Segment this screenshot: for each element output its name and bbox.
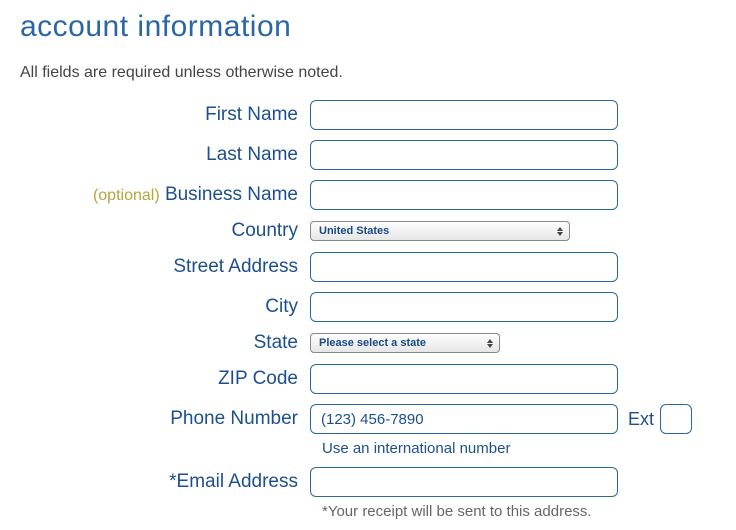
receipt-note: *Your receipt will be sent to this addre… xyxy=(322,503,716,520)
label-state: State xyxy=(20,332,310,354)
city-input[interactable] xyxy=(310,292,618,322)
label-zip: ZIP Code xyxy=(20,368,310,390)
country-selected-value: United States xyxy=(319,225,389,237)
state-selected-value: Please select a state xyxy=(319,337,426,349)
chevron-updown-icon xyxy=(484,336,496,350)
label-country: Country xyxy=(20,220,310,242)
street-address-input[interactable] xyxy=(310,252,618,282)
email-address-input[interactable] xyxy=(310,467,618,497)
first-name-input[interactable] xyxy=(310,100,618,130)
optional-tag: (optional) xyxy=(93,187,160,204)
label-city: City xyxy=(20,296,310,318)
phone-number-input[interactable] xyxy=(310,404,618,434)
label-phone: Phone Number xyxy=(20,408,310,430)
chevron-updown-icon xyxy=(554,224,566,238)
label-ext: Ext xyxy=(628,409,654,430)
page-title: account information xyxy=(20,10,716,44)
label-last-name: Last Name xyxy=(20,144,310,166)
intl-number-link[interactable]: Use an international number xyxy=(322,440,716,457)
last-name-input[interactable] xyxy=(310,140,618,170)
label-business-name: Business Name xyxy=(165,184,298,205)
label-first-name: First Name xyxy=(20,104,310,126)
required-note: All fields are required unless otherwise… xyxy=(20,64,716,82)
state-select[interactable]: Please select a state xyxy=(310,333,500,353)
label-street: Street Address xyxy=(20,256,310,278)
label-email: *Email Address xyxy=(20,471,310,493)
business-name-input[interactable] xyxy=(310,180,618,210)
country-select[interactable]: United States xyxy=(310,221,570,241)
phone-ext-input[interactable] xyxy=(660,404,692,434)
zip-code-input[interactable] xyxy=(310,364,618,394)
